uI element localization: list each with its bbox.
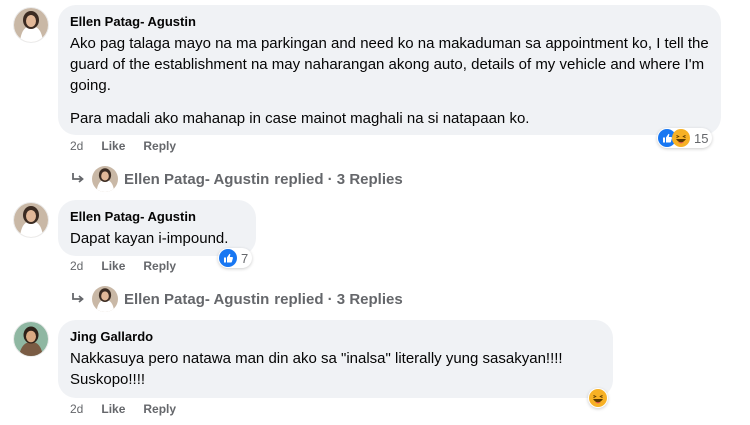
comment-timestamp[interactable]: 2d bbox=[70, 138, 83, 154]
like-reaction-icon bbox=[219, 249, 237, 267]
comment-actions: 2d Like Reply bbox=[70, 138, 176, 154]
view-replies-link[interactable]: Ellen Patag- Agustin replied · 3 Replies bbox=[70, 166, 403, 192]
reply-button[interactable]: Reply bbox=[143, 138, 176, 154]
reply-button[interactable]: Reply bbox=[143, 401, 176, 417]
reply-arrow-icon bbox=[72, 173, 84, 183]
avatar[interactable] bbox=[14, 8, 48, 42]
reply-author-name: Ellen Patag- Agustin bbox=[124, 290, 270, 308]
avatar-image bbox=[14, 203, 48, 237]
haha-reaction-icon bbox=[589, 389, 607, 407]
reaction-summary[interactable] bbox=[588, 388, 608, 408]
comment-paragraph: Nakkasuya pero natawa man din ako sa "in… bbox=[70, 350, 563, 388]
reaction-summary[interactable]: 15 bbox=[657, 128, 713, 148]
haha-reaction-icon bbox=[672, 129, 690, 147]
avatar-image bbox=[92, 166, 118, 192]
reply-author-avatar bbox=[92, 286, 118, 312]
reply-arrow-icon bbox=[72, 293, 84, 303]
like-button[interactable]: Like bbox=[101, 258, 125, 274]
comment-text: Dapat kayan i-impound. bbox=[70, 228, 244, 249]
comment-timestamp[interactable]: 2d bbox=[70, 258, 83, 274]
comment-paragraph: Dapat kayan i-impound. bbox=[70, 230, 229, 247]
replies-count: replied · 3 Replies bbox=[274, 290, 403, 308]
avatar-image bbox=[14, 322, 48, 356]
comment-author[interactable]: Ellen Patag- Agustin bbox=[70, 208, 244, 225]
comment-text: Ako pag talaga mayo na ma parkingan and … bbox=[70, 33, 709, 129]
reaction-summary[interactable]: 7 bbox=[218, 248, 253, 268]
avatar-image bbox=[92, 286, 118, 312]
reaction-count: 7 bbox=[241, 250, 249, 266]
like-button[interactable]: Like bbox=[101, 138, 125, 154]
comment-timestamp[interactable]: 2d bbox=[70, 401, 83, 417]
comment-bubble: Jing Gallardo Nakkasuya pero natawa man … bbox=[58, 320, 613, 398]
reaction-count: 15 bbox=[694, 130, 709, 146]
comment-bubble: Ellen Patag- Agustin Ako pag talaga mayo… bbox=[58, 5, 721, 135]
like-button[interactable]: Like bbox=[101, 401, 125, 417]
view-replies-link[interactable]: Ellen Patag- Agustin replied · 3 Replies bbox=[70, 286, 403, 312]
replies-count: replied · 3 Replies bbox=[274, 170, 403, 188]
comment-paragraph: Para madali ako mahanap in case mainot m… bbox=[70, 110, 530, 127]
reply-author-name: Ellen Patag- Agustin bbox=[124, 170, 270, 188]
comment-text: Nakkasuya pero natawa man din ako sa "in… bbox=[70, 348, 601, 390]
comment-author[interactable]: Jing Gallardo bbox=[70, 328, 601, 345]
reply-button[interactable]: Reply bbox=[143, 258, 176, 274]
avatar[interactable] bbox=[14, 322, 48, 356]
comment-actions: 2d Like Reply bbox=[70, 258, 176, 274]
comment-actions: 2d Like Reply bbox=[70, 401, 176, 417]
comment-paragraph: Ako pag talaga mayo na ma parkingan and … bbox=[70, 35, 709, 94]
comment-author[interactable]: Ellen Patag- Agustin bbox=[70, 13, 709, 30]
avatar[interactable] bbox=[14, 203, 48, 237]
reply-author-avatar bbox=[92, 166, 118, 192]
avatar-image bbox=[14, 8, 48, 42]
